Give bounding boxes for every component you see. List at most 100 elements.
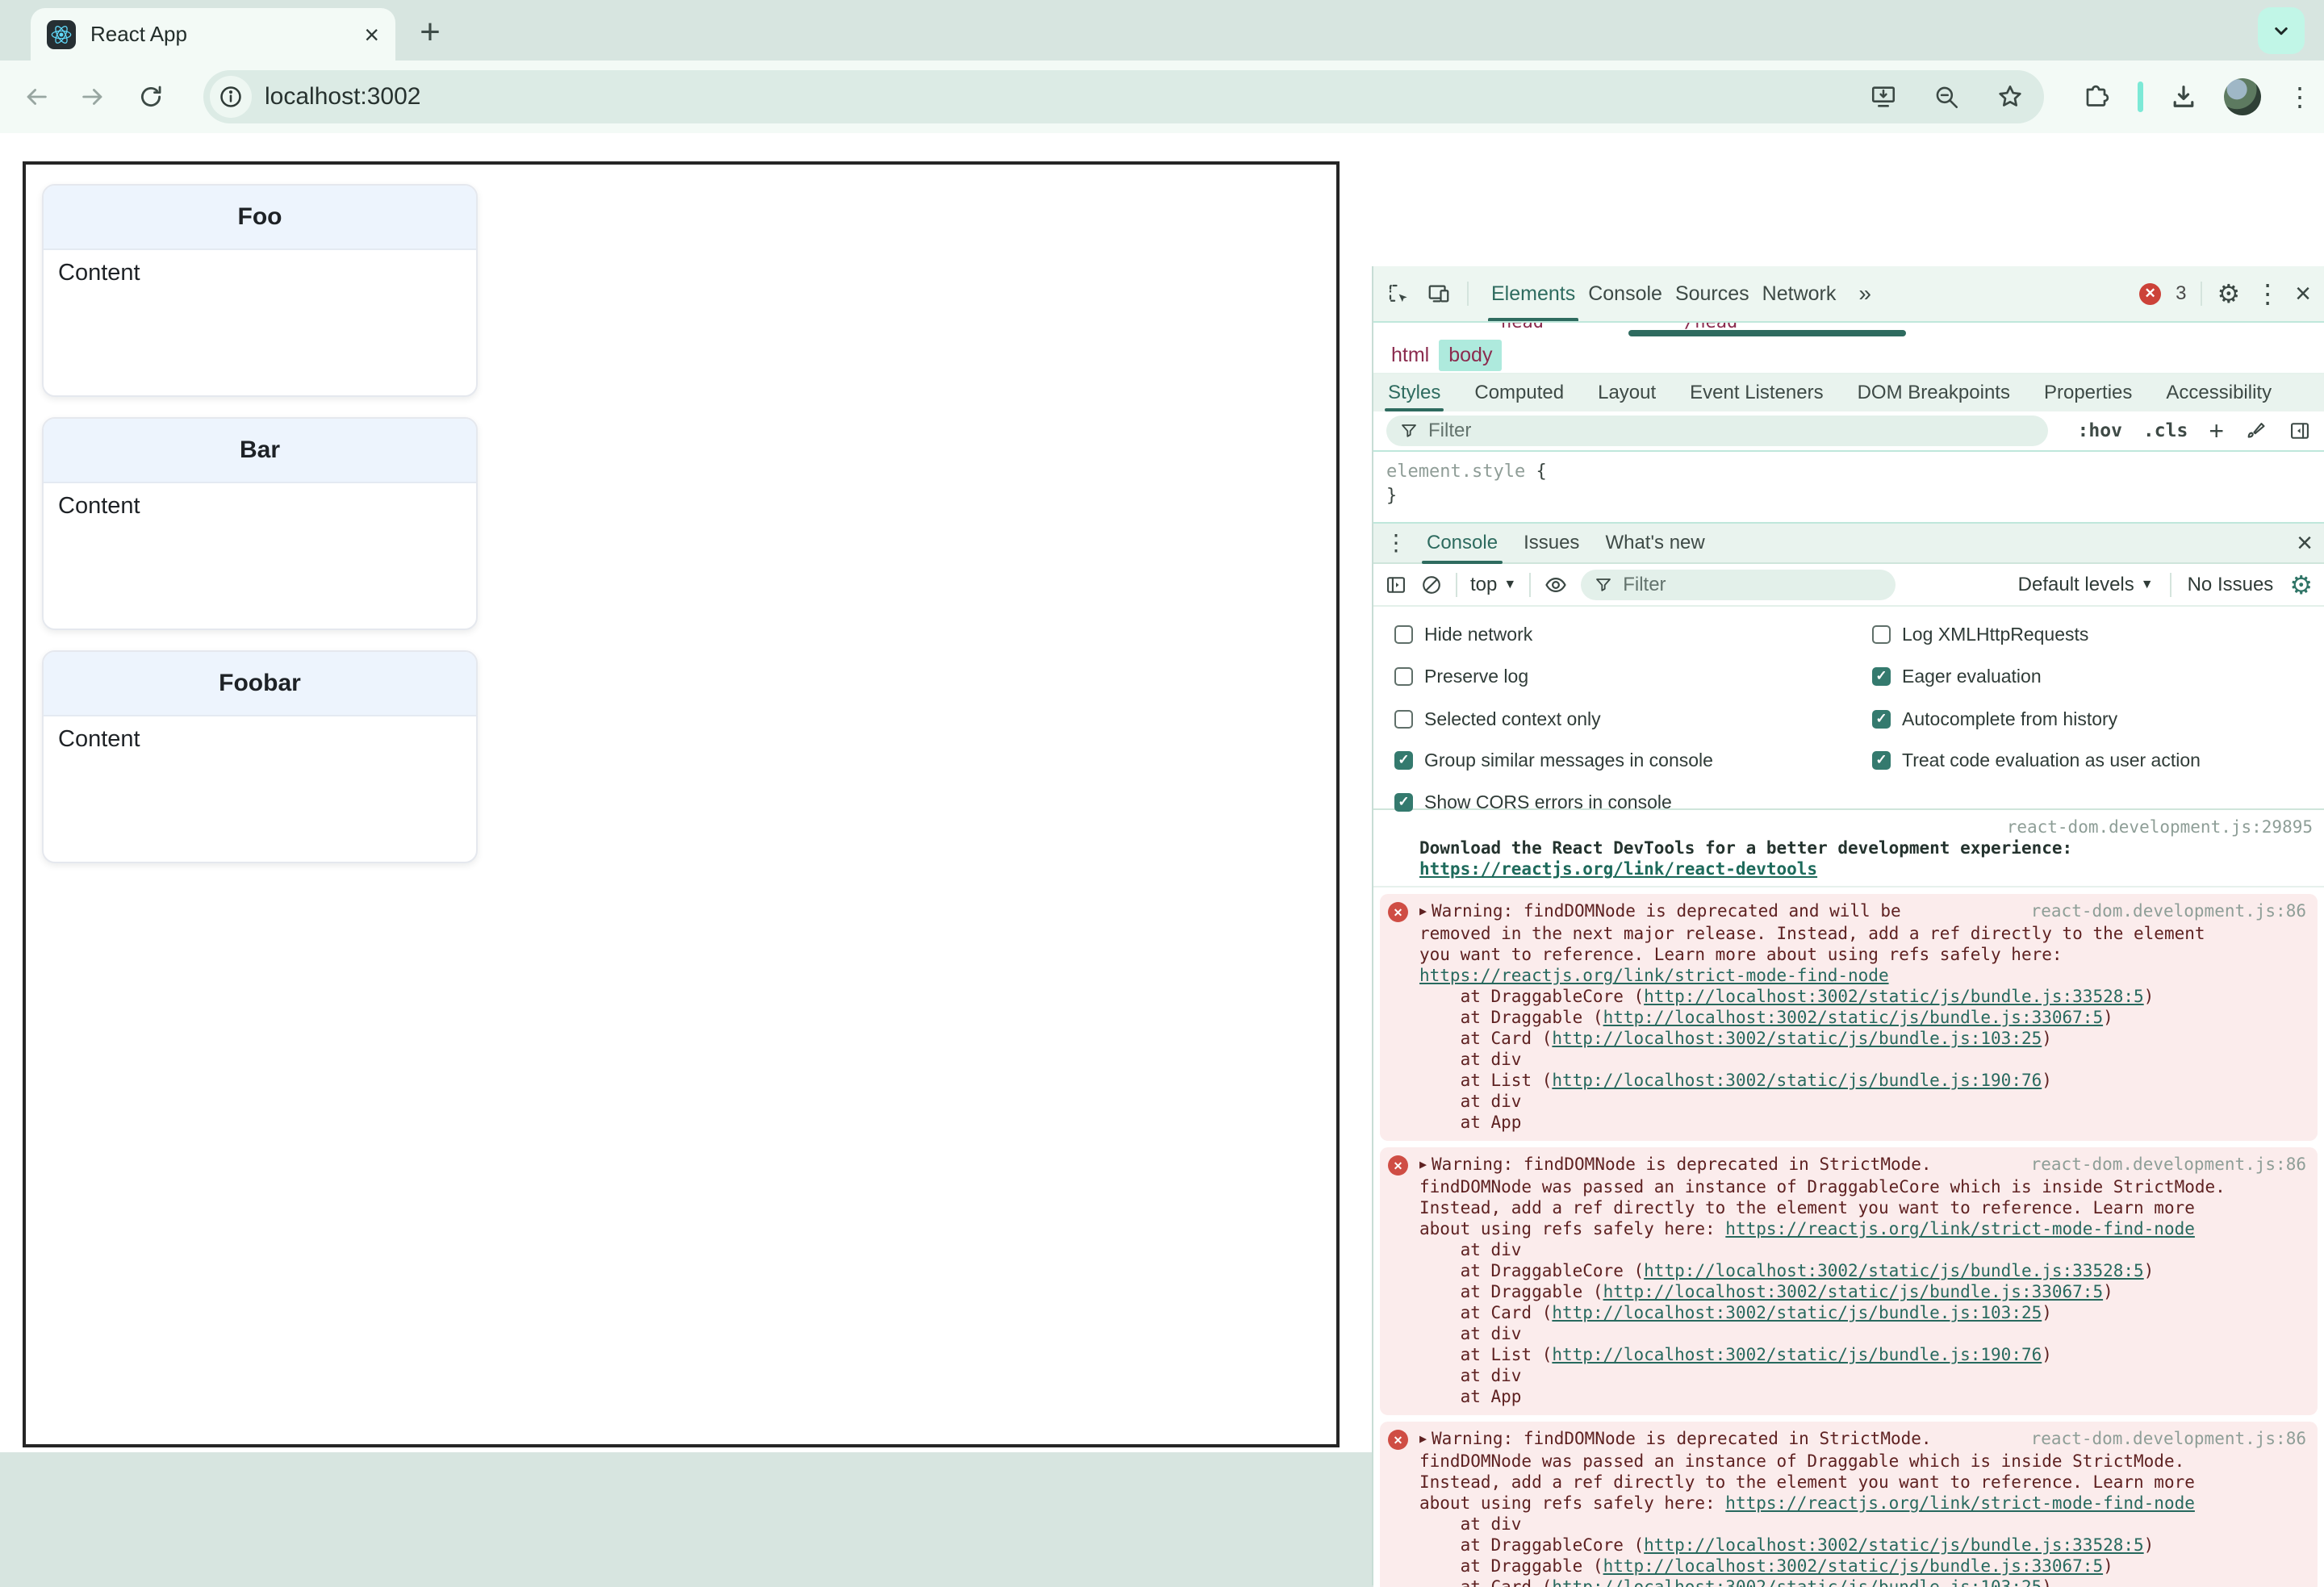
styles-tab-accessibility[interactable]: Accessibility xyxy=(2166,374,2272,411)
inspect-element-icon[interactable] xyxy=(1386,282,1411,306)
error-badge-icon[interactable]: ✕ xyxy=(2139,282,2162,305)
checkbox[interactable] xyxy=(1872,624,1891,644)
clear-console-icon[interactable] xyxy=(1420,574,1443,596)
console-setting-row[interactable]: ✓ Group similar messages in console xyxy=(1394,744,1713,776)
drawer-menu-kebab-icon[interactable]: ⋮ xyxy=(1385,532,1407,554)
element-style-rule[interactable]: element.style { } xyxy=(1373,452,2324,522)
issues-counter[interactable]: No Issues xyxy=(2188,574,2274,596)
console-link[interactable]: https://reactjs.org/link/react-devtools xyxy=(1419,859,1817,879)
source-location-link[interactable]: react-dom.development.js:86 xyxy=(2031,900,2306,923)
tab-close-icon[interactable]: × xyxy=(364,22,379,48)
tab-strip-chevron-button[interactable] xyxy=(2258,7,2305,54)
checkbox-checked[interactable]: ✓ xyxy=(1872,666,1891,686)
disclosure-triangle-icon[interactable]: ▶ xyxy=(1419,1428,1427,1449)
console-info-message[interactable]: react-dom.development.js:29895 Download t… xyxy=(1373,810,2324,887)
console-settings-gear-icon[interactable]: ⚙ xyxy=(2289,572,2313,598)
console-setting-row[interactable]: ✓ Eager evaluation xyxy=(1872,660,2042,692)
console-setting-row[interactable]: Hide network xyxy=(1394,618,1532,650)
checkbox[interactable] xyxy=(1394,709,1413,729)
checkbox-checked[interactable]: ✓ xyxy=(1872,709,1891,729)
more-tabs-icon[interactable]: » xyxy=(1858,281,1871,307)
console-link[interactable]: http://localhost:3002/static/js/bundle.j… xyxy=(1552,1577,2042,1587)
console-link[interactable]: http://localhost:3002/static/js/bundle.j… xyxy=(1552,1071,2042,1090)
device-toolbar-icon[interactable] xyxy=(1427,282,1451,306)
console-link[interactable]: http://localhost:3002/static/js/bundle.j… xyxy=(1552,1029,2042,1048)
console-link[interactable]: https://reactjs.org/link/strict-mode-fin… xyxy=(1725,1219,2195,1238)
forward-icon[interactable] xyxy=(79,83,107,111)
console-link[interactable]: https://reactjs.org/link/strict-mode-fin… xyxy=(1725,1493,2195,1513)
console-filter-input[interactable]: Filter xyxy=(1581,569,1896,600)
styles-tab-styles[interactable]: Styles xyxy=(1384,374,1444,411)
browser-tab[interactable]: React App × xyxy=(31,8,395,61)
extensions-puzzle-icon[interactable] xyxy=(2083,82,2112,111)
console-link[interactable]: http://localhost:3002/static/js/bundle.j… xyxy=(1552,1345,2042,1364)
devtools-tab-elements[interactable]: Elements xyxy=(1485,266,1582,321)
devtools-close-icon[interactable]: × xyxy=(2295,280,2311,307)
console-link[interactable]: http://localhost:3002/static/js/bundle.j… xyxy=(1603,1008,2104,1027)
console-setting-row[interactable]: Selected context only xyxy=(1394,703,1601,735)
card-header[interactable]: Bar xyxy=(44,419,476,483)
disclosure-triangle-icon[interactable]: ▶ xyxy=(1419,1154,1427,1175)
console-link[interactable]: http://localhost:3002/static/js/bundle.j… xyxy=(1552,1303,2042,1322)
devtools-tab-network[interactable]: Network xyxy=(1756,266,1843,321)
styles-tab-computed[interactable]: Computed xyxy=(1474,374,1564,411)
toggle-class-button[interactable]: .cls xyxy=(2143,420,2188,441)
zoom-out-icon[interactable] xyxy=(1933,83,1960,111)
toggle-sidebar-icon[interactable] xyxy=(2288,420,2311,442)
devtools-menu-kebab-icon[interactable]: ⋮ xyxy=(2255,281,2280,307)
devtools-settings-gear-icon[interactable]: ⚙ xyxy=(2217,281,2240,307)
console-setting-row[interactable]: ✓ Treat code evaluation as user action xyxy=(1872,744,2201,776)
source-location-link[interactable]: react-dom.development.js:29895 xyxy=(2007,816,2313,837)
source-location-link[interactable]: react-dom.development.js:86 xyxy=(2031,1154,2306,1176)
checkbox-checked[interactable]: ✓ xyxy=(1394,792,1413,812)
card-header[interactable]: Foo xyxy=(44,186,476,250)
styles-filter-input[interactable]: Filter xyxy=(1386,416,2048,446)
drawer-tab-console[interactable]: Console xyxy=(1414,524,1511,564)
checkbox-checked[interactable]: ✓ xyxy=(1394,750,1413,770)
url-text[interactable]: localhost:3002 xyxy=(265,83,420,111)
console-setting-row[interactable]: Preserve log xyxy=(1394,660,1528,692)
console-sidebar-icon[interactable] xyxy=(1385,574,1407,596)
console-link[interactable]: http://localhost:3002/static/js/bundle.j… xyxy=(1644,1261,2144,1280)
profile-avatar[interactable] xyxy=(2224,78,2261,115)
install-app-icon[interactable] xyxy=(1870,83,1897,111)
live-expression-eye-icon[interactable] xyxy=(1544,573,1568,597)
site-info-button[interactable] xyxy=(210,76,252,118)
toggle-hover-state-button[interactable]: :hov xyxy=(2078,420,2122,441)
drawer-close-icon[interactable]: × xyxy=(2297,529,2313,557)
reload-icon[interactable] xyxy=(137,83,165,111)
styles-tab-dom-breakpoints[interactable]: DOM Breakpoints xyxy=(1858,374,2010,411)
console-link[interactable]: https://reactjs.org/link/strict-mode-fin… xyxy=(1419,966,1889,985)
console-warning[interactable]: ✕ ▶ Warning: findDOMNode is deprecated in … xyxy=(1380,1147,2318,1415)
console-warning[interactable]: ✕ ▶ Warning: findDOMNode is deprecated in … xyxy=(1380,1422,2318,1587)
console-warning[interactable]: ✕ ▶ Warning: findDOMNode is deprecated and… xyxy=(1380,894,2318,1141)
console-link[interactable]: http://localhost:3002/static/js/bundle.j… xyxy=(1644,987,2144,1006)
bookmark-star-icon[interactable] xyxy=(1996,82,2025,111)
styles-tab-properties[interactable]: Properties xyxy=(2044,374,2132,411)
checkbox[interactable] xyxy=(1394,666,1413,686)
card-header[interactable]: Foobar xyxy=(44,652,476,716)
devtools-tab-sources[interactable]: Sources xyxy=(1669,266,1756,321)
downloads-icon[interactable] xyxy=(2169,82,2198,111)
url-bar[interactable]: localhost:3002 xyxy=(203,70,2044,123)
new-tab-button[interactable]: + xyxy=(408,10,453,55)
console-link[interactable]: http://localhost:3002/static/js/bundle.j… xyxy=(1603,1556,2104,1576)
browser-menu-kebab-icon[interactable]: ⋮ xyxy=(2287,84,2313,110)
new-style-rule-button[interactable]: + xyxy=(2209,418,2224,444)
log-levels-dropdown[interactable]: Default levels ▼ xyxy=(2018,574,2154,596)
styles-tab-event-listeners[interactable]: Event Listeners xyxy=(1690,374,1823,411)
checkbox[interactable] xyxy=(1394,624,1413,644)
console-setting-row[interactable]: Log XMLHttpRequests xyxy=(1872,618,2088,650)
context-selector-dropdown[interactable]: top ▼ xyxy=(1470,574,1516,596)
drawer-tab-what-s-new[interactable]: What's new xyxy=(1592,524,1717,562)
checkbox-checked[interactable]: ✓ xyxy=(1872,750,1891,770)
back-icon[interactable] xyxy=(23,83,50,111)
breadcrumb-body[interactable]: body xyxy=(1439,339,1503,371)
styles-tab-layout[interactable]: Layout xyxy=(1598,374,1656,411)
rendering-brush-icon[interactable] xyxy=(2245,420,2268,442)
devtools-tab-console[interactable]: Console xyxy=(1582,266,1669,321)
console-setting-row[interactable]: ✓ Autocomplete from history xyxy=(1872,703,2117,735)
source-location-link[interactable]: react-dom.development.js:86 xyxy=(2031,1428,2306,1451)
breadcrumb-html[interactable]: html xyxy=(1381,340,1439,371)
console-link[interactable]: http://localhost:3002/static/js/bundle.j… xyxy=(1603,1282,2104,1301)
